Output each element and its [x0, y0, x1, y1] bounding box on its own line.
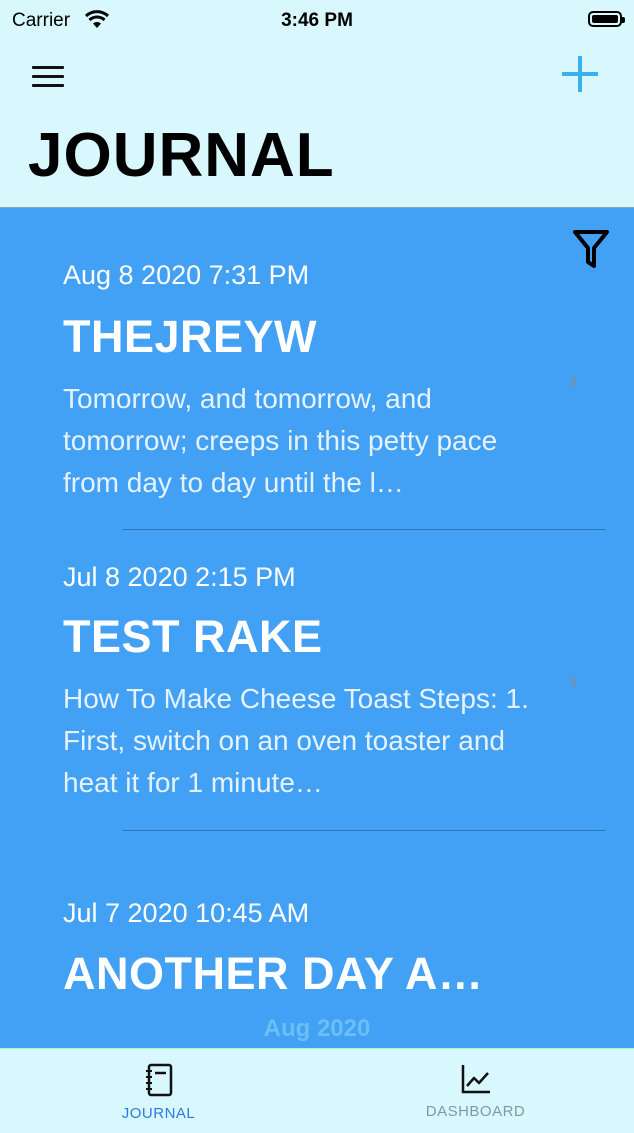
chart-icon	[461, 1065, 490, 1094]
clock: 3:46 PM	[281, 10, 353, 31]
entry-date: Jul 8 2020 2:15 PM	[63, 562, 296, 592]
entry-preview: Tomorrow, and tomorrow, and tomorrow; cr…	[63, 383, 498, 498]
divider	[122, 529, 606, 530]
entry-title: TEST RAKE	[63, 611, 323, 662]
entry-date: Jul 7 2020 10:45 AM	[63, 898, 310, 928]
tab-journal[interactable]: JOURNAL	[0, 1049, 317, 1133]
tab-dashboard[interactable]: DASHBOARD	[317, 1049, 634, 1133]
filter-icon[interactable]	[572, 228, 610, 270]
battery-icon	[588, 11, 625, 27]
add-entry-icon[interactable]	[562, 56, 598, 92]
journal-entry-list[interactable]: Aug 8 2020 7:31 PM THEJREYW Tomorrow, an…	[0, 208, 634, 1048]
section-header-month: Aug 2020	[263, 1015, 371, 1042]
chevron-right-icon: ›	[568, 664, 578, 697]
entry-title: THEJREYW	[63, 311, 318, 362]
entry-preview: How To Make Cheese Toast Steps: 1. First…	[63, 683, 529, 798]
tab-label: JOURNAL	[121, 1105, 196, 1122]
divider	[122, 830, 606, 831]
notebook-icon	[145, 1063, 172, 1097]
tab-bar: JOURNAL DASHBOARD	[0, 1048, 634, 1133]
tab-label: DASHBOARD	[425, 1103, 526, 1120]
status-bar: Carrier 3:46 PM	[0, 0, 634, 44]
chevron-right-icon: ›	[568, 363, 578, 396]
entry-title: ANOTHER DAY A…	[63, 948, 484, 999]
header: JOURNAL	[0, 44, 634, 208]
hamburger-menu-icon[interactable]	[32, 66, 64, 90]
page-title: JOURNAL	[28, 121, 335, 190]
entry-date: Aug 8 2020 7:31 PM	[63, 260, 310, 290]
